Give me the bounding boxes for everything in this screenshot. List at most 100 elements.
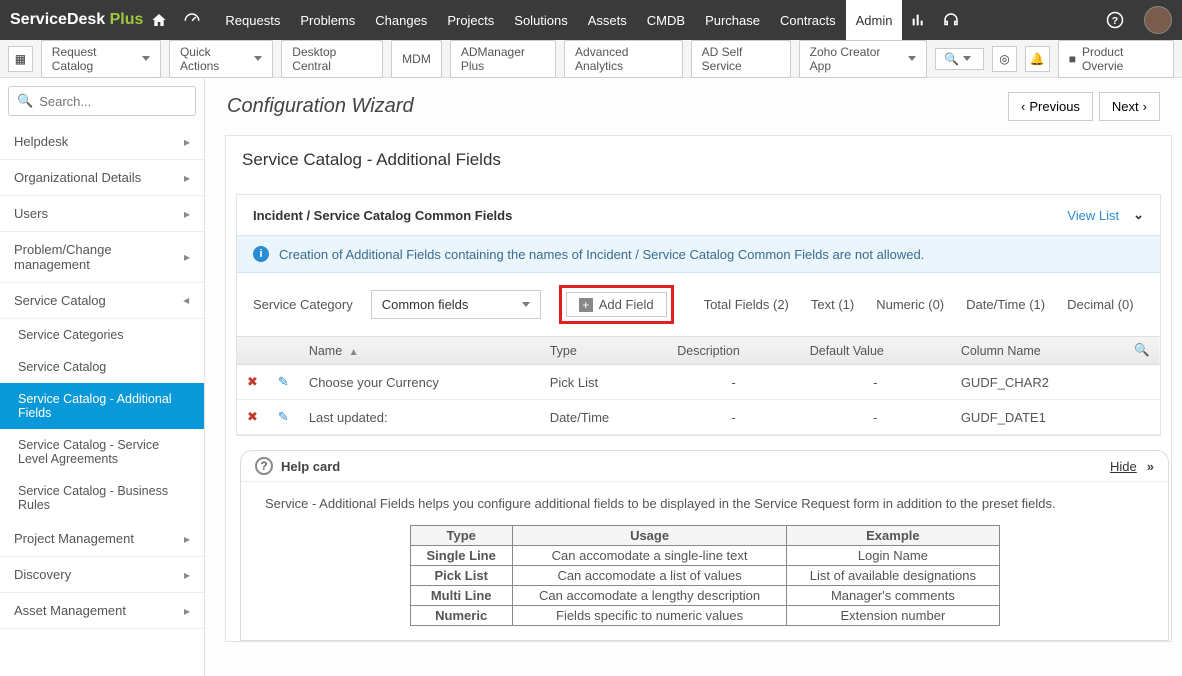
sidebar-item[interactable]: Discovery▸	[0, 557, 204, 593]
topnav-tab-changes[interactable]: Changes	[365, 0, 437, 40]
sidebar-item[interactable]: Asset Management▸	[0, 593, 204, 629]
avatar[interactable]	[1144, 6, 1172, 34]
sidebar-subitem[interactable]: Service Catalog - Service Level Agreemen…	[0, 429, 204, 475]
edit-icon[interactable]: ✎	[278, 409, 289, 424]
product-overview-button[interactable]: ■Product Overvie	[1058, 40, 1174, 78]
delete-icon[interactable]: ✖	[247, 374, 258, 389]
search-icon[interactable]: 🔍	[1134, 343, 1150, 357]
sidebar-search[interactable]: 🔍	[8, 86, 196, 116]
secbar-link[interactable]: AD Self Service	[691, 40, 791, 78]
reports-icon[interactable]	[910, 12, 926, 28]
cell-default: -	[800, 400, 951, 435]
previous-button[interactable]: ‹Previous	[1008, 92, 1093, 121]
request-catalog-dropdown[interactable]: Request Catalog	[41, 40, 161, 78]
table-row: ✖✎Last updated:Date/Time--GUDF_DATE1	[237, 400, 1160, 435]
help-col: Example	[787, 526, 999, 546]
sidebar-subitem[interactable]: Service Catalog - Business Rules	[0, 475, 204, 521]
column-header[interactable]: Description	[667, 337, 799, 365]
topnav-tab-admin[interactable]: Admin	[846, 0, 903, 40]
sidebar-item[interactable]: Organizational Details▸	[0, 160, 204, 196]
help-card: ? Help card Hide » Service - Additional …	[240, 450, 1169, 641]
info-text: Creation of Additional Fields containing…	[279, 247, 924, 262]
field-stat: Date/Time (1)	[966, 297, 1045, 312]
dashboard-icon[interactable]	[183, 11, 201, 29]
sidebar-item[interactable]: Users▸	[0, 196, 204, 232]
help-table: TypeUsageExample Single LineCan accomoda…	[410, 525, 1000, 626]
sidebar-subitem[interactable]: Service Catalog	[0, 351, 204, 383]
add-field-button[interactable]: + Add Field	[566, 292, 667, 317]
chevron-right-icon: ▸	[184, 568, 190, 582]
svg-text:?: ?	[1112, 15, 1118, 27]
cell-desc: -	[667, 400, 799, 435]
sidebar: 🔍 Helpdesk▸Organizational Details▸Users▸…	[0, 78, 205, 676]
column-header[interactable]: Name ▲	[299, 337, 540, 365]
sidebar-search-input[interactable]	[39, 94, 187, 109]
topnav-tab-problems[interactable]: Problems	[290, 0, 365, 40]
service-category-select[interactable]: Common fields	[371, 290, 541, 319]
sidebar-item[interactable]: Helpdesk▸	[0, 124, 204, 160]
topnav-tab-projects[interactable]: Projects	[437, 0, 504, 40]
topnav-tab-cmdb[interactable]: CMDB	[637, 0, 695, 40]
info-icon: i	[253, 246, 269, 262]
help-title: Help card	[281, 459, 340, 474]
quick-actions-dropdown[interactable]: Quick Actions	[169, 40, 273, 78]
launcher-icon[interactable]: ▦	[8, 46, 33, 72]
topnav-tab-contracts[interactable]: Contracts	[770, 0, 846, 40]
topnav-tab-solutions[interactable]: Solutions	[504, 0, 577, 40]
column-header[interactable]: Default Value	[800, 337, 951, 365]
home-icon[interactable]	[151, 12, 167, 28]
sidebar-subitem[interactable]: Service Catalog - Additional Fields	[0, 383, 204, 429]
delete-icon[interactable]: ✖	[247, 409, 258, 424]
secbar-link[interactable]: Desktop Central	[281, 40, 383, 78]
column-header[interactable]: Column Name	[951, 337, 1125, 365]
page-title: Configuration Wizard	[227, 95, 414, 118]
chevron-right-icon[interactable]: »	[1147, 459, 1154, 474]
topnav-tab-purchase[interactable]: Purchase	[695, 0, 770, 40]
chevron-right-icon: ▾	[180, 297, 194, 303]
chevron-down-icon[interactable]: ⌄	[1133, 207, 1144, 223]
scan-icon[interactable]: ◎	[992, 46, 1017, 72]
chevron-right-icon: ▸	[184, 135, 190, 149]
logo: ServiceDesk Plus	[10, 11, 143, 29]
subpanel-title: Incident / Service Catalog Common Fields	[253, 208, 512, 223]
cell-type: Pick List	[540, 365, 668, 400]
next-button[interactable]: Next›	[1099, 92, 1160, 121]
cell-default: -	[800, 365, 951, 400]
top-nav: ServiceDesk Plus RequestsProblemsChanges…	[0, 0, 1182, 40]
cell-name: Choose your Currency	[299, 365, 540, 400]
topnav-tab-requests[interactable]: Requests	[215, 0, 290, 40]
sidebar-item[interactable]: Project Management▸	[0, 521, 204, 557]
chevron-left-icon: ‹	[1021, 99, 1025, 114]
help-row: Single LineCan accomodate a single-line …	[410, 546, 999, 566]
plus-icon: +	[579, 298, 593, 312]
sidebar-item[interactable]: Problem/Change management▸	[0, 232, 204, 283]
sidebar-subitem[interactable]: Service Categories	[0, 319, 204, 351]
field-stat: Total Fields (2)	[704, 297, 789, 312]
main-content: Configuration Wizard ‹Previous Next› Ser…	[205, 78, 1182, 676]
topnav-tabs: RequestsProblemsChangesProjectsSolutions…	[215, 0, 902, 40]
chevron-right-icon: ▸	[184, 171, 190, 185]
column-header[interactable]: Type	[540, 337, 668, 365]
headset-icon[interactable]	[942, 11, 960, 29]
help-icon[interactable]: ?	[1106, 11, 1124, 29]
view-list-link[interactable]: View List	[1067, 208, 1119, 223]
edit-icon[interactable]: ✎	[278, 374, 289, 389]
help-icon: ?	[255, 457, 273, 475]
secbar-link[interactable]: ADManager Plus	[450, 40, 556, 78]
sidebar-item[interactable]: Service Catalog▾	[0, 283, 204, 319]
hide-link[interactable]: Hide	[1110, 459, 1137, 474]
table-row: ✖✎Choose your CurrencyPick List--GUDF_CH…	[237, 365, 1160, 400]
secbar-link[interactable]: MDM	[391, 40, 442, 78]
cell-desc: -	[667, 365, 799, 400]
chevron-right-icon: ▸	[184, 532, 190, 546]
global-search[interactable]: 🔍	[935, 48, 984, 70]
field-stat: Numeric (0)	[876, 297, 944, 312]
info-bar: i Creation of Additional Fields containi…	[237, 235, 1160, 273]
fields-subpanel: Incident / Service Catalog Common Fields…	[236, 194, 1161, 436]
secbar-link[interactable]: Advanced Analytics	[564, 40, 683, 78]
cell-column: GUDF_DATE1	[951, 400, 1125, 435]
service-category-label: Service Category	[253, 297, 353, 312]
topnav-tab-assets[interactable]: Assets	[578, 0, 637, 40]
notification-icon[interactable]: 🔔	[1025, 46, 1050, 72]
secbar-link[interactable]: Zoho Creator App	[799, 40, 928, 78]
